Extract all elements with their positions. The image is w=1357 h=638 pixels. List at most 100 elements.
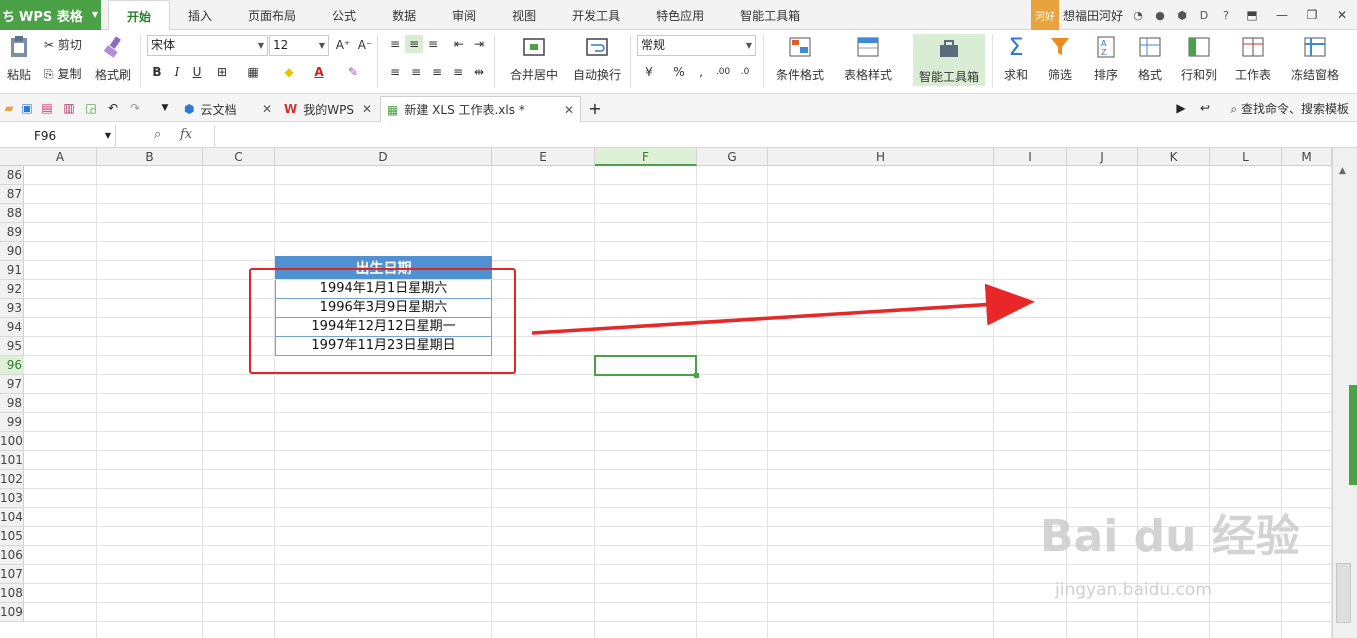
doc-tab-label: 我的WPS <box>303 102 354 117</box>
font-grow-icon[interactable]: A⁺ <box>334 36 352 54</box>
app-menu-button[interactable]: ち WPS 表格 ▼ <box>0 0 101 30</box>
close-icon[interactable]: ✕ <box>362 102 372 116</box>
new-tab-icon[interactable]: + <box>586 99 604 118</box>
tab-data[interactable]: 数据 <box>374 0 434 30</box>
clear-format-icon[interactable]: ✎ <box>344 63 362 81</box>
wrap-text-button[interactable]: 自动换行 <box>571 34 623 90</box>
tab-page-layout[interactable]: 页面布局 <box>230 0 314 30</box>
number-format-select[interactable]: 常规 ▼ <box>637 35 756 56</box>
close-icon[interactable]: ✕ <box>564 103 574 117</box>
paste-button[interactable]: 粘贴 <box>2 34 36 90</box>
formula-input[interactable] <box>214 125 1357 147</box>
indent-decrease-icon[interactable]: ⇤ <box>450 35 468 53</box>
open-folder-icon[interactable]: ▰ <box>0 99 18 117</box>
sum-button[interactable]: Σ 求和 <box>998 33 1034 90</box>
export-pdf-icon[interactable]: ▤ <box>38 99 56 117</box>
bold-button[interactable]: B <box>148 63 166 81</box>
chevron-down-icon: ▼ <box>104 131 111 140</box>
zoom-search-icon[interactable]: ⌕ <box>154 127 161 142</box>
wrap-text-icon <box>584 34 610 60</box>
cloud-sync-icon[interactable]: D <box>1193 0 1215 30</box>
user-name[interactable]: 想福田河好 <box>1059 7 1127 24</box>
spreadsheet-grid[interactable]: ABCDEFGHIJKLM 86 87 88 89 90 91 92 93 94 95 96 97 98… <box>0 148 1332 638</box>
merge-center-button[interactable]: 合并居中 <box>503 34 565 90</box>
percent-icon[interactable]: % <box>670 63 688 81</box>
wps-spreadsheet-window: ち WPS 表格 ▼ 开始 插入 页面布局 公式 数据 审阅 视图 开发工具 特… <box>0 0 1357 638</box>
close-button[interactable]: ✕ <box>1327 0 1357 30</box>
worksheet-button[interactable]: 工作表 <box>1229 34 1277 90</box>
print-icon[interactable]: ▥ <box>60 99 78 117</box>
scrollbar-thumb[interactable] <box>1336 563 1351 623</box>
tab-view[interactable]: 视图 <box>494 0 554 30</box>
indent-increase-icon[interactable]: ⇥ <box>470 35 488 53</box>
fx-icon[interactable]: fx <box>180 127 192 142</box>
close-icon[interactable]: ✕ <box>262 102 272 116</box>
align-middle-icon[interactable]: ≡ <box>405 35 423 53</box>
format-button[interactable]: 格式 <box>1130 34 1170 90</box>
currency-icon[interactable]: ¥ <box>640 63 658 81</box>
align-top-icon[interactable]: ≡ <box>386 35 404 53</box>
freeze-panes-label: 冻结窗格 <box>1290 68 1339 82</box>
settings-icon[interactable]: ⬢ <box>1171 0 1193 30</box>
align-right-icon[interactable]: ≡ <box>428 63 446 81</box>
skin-icon[interactable]: ◔ <box>1127 0 1149 30</box>
sort-button[interactable]: AZ 排序 <box>1086 34 1126 90</box>
format-painter-button[interactable]: 格式刷 <box>93 34 133 90</box>
customize-qa-icon[interactable]: ▼ <box>156 99 174 117</box>
tab-smart-toolbox[interactable]: 智能工具箱 <box>722 0 818 30</box>
undo-icon[interactable]: ↶ <box>104 99 122 117</box>
fill-color-icon[interactable]: ◆ <box>280 63 298 81</box>
redo-icon[interactable]: ↷ <box>126 99 144 117</box>
distribute-icon[interactable]: ⇹ <box>470 63 488 81</box>
thousands-icon[interactable]: , <box>692 63 710 81</box>
help-icon[interactable]: ? <box>1215 0 1237 30</box>
filter-button[interactable]: 筛选 <box>1040 34 1080 90</box>
divider <box>763 34 764 88</box>
save-icon[interactable]: ▣ <box>18 99 36 117</box>
align-left-icon[interactable]: ≡ <box>386 63 404 81</box>
print-preview-icon[interactable]: ◲ <box>82 99 100 117</box>
user-avatar[interactable]: 河好 <box>1030 0 1059 30</box>
command-search[interactable]: ⌕ 查找命令、搜索模板 <box>1230 100 1349 117</box>
font-name-value: 宋体 <box>151 38 176 52</box>
font-color-icon[interactable]: A <box>310 63 328 81</box>
tab-insert[interactable]: 插入 <box>170 0 230 30</box>
share-icon[interactable]: ● <box>1149 0 1171 30</box>
scroll-up-icon[interactable]: ▲ <box>1339 166 1346 176</box>
tab-review[interactable]: 审阅 <box>434 0 494 30</box>
underline-button[interactable]: U <box>188 63 206 81</box>
copy-button[interactable]: ⎘ 复制 <box>44 65 81 82</box>
play-icon[interactable]: ▶ <box>1172 99 1190 117</box>
font-size-select[interactable]: 12 ▼ <box>269 35 329 56</box>
decimal-decrease-icon[interactable]: .0 <box>736 63 754 81</box>
tab-formula[interactable]: 公式 <box>314 0 374 30</box>
row-col-button[interactable]: 行和列 <box>1175 34 1223 90</box>
decimal-increase-icon[interactable]: .00 <box>714 63 732 81</box>
tab-home[interactable]: 开始 <box>108 0 171 31</box>
doc-tab-active-sheet[interactable]: ▦ 新建 XLS 工作表.xls * ✕ <box>380 96 581 122</box>
align-center-icon[interactable]: ≡ <box>407 63 425 81</box>
conditional-format-button[interactable]: 条件格式 <box>770 34 830 90</box>
name-box[interactable]: F96 ▼ <box>0 125 116 147</box>
freeze-panes-button[interactable]: 冻结窗格 <box>1285 34 1345 90</box>
italic-button[interactable]: I <box>168 63 186 81</box>
cut-button[interactable]: ✂ 剪切 <box>44 36 82 53</box>
collapse-ribbon-icon[interactable]: ⬒ <box>1237 0 1267 30</box>
fill-pattern-icon[interactable]: ▦ <box>244 63 262 81</box>
table-style-button[interactable]: 表格样式 <box>838 34 898 90</box>
border-icon[interactable]: ⊞ <box>213 63 231 81</box>
doc-tab-cloud[interactable]: ⬢ 云文档 ✕ <box>178 96 278 122</box>
restore-button[interactable]: ❐ <box>1297 0 1327 30</box>
back-icon[interactable]: ↩ <box>1196 99 1214 117</box>
ribbon-home: 粘贴 ✂ 剪切 ⎘ 复制 格式刷 宋体 ▼ 12 ▼ A⁺ A⁻ B I U ⊞ ▦… <box>0 30 1357 94</box>
doc-tab-mywps[interactable]: W 我的WPS ✕ <box>278 96 378 122</box>
font-name-select[interactable]: 宋体 ▼ <box>147 35 268 56</box>
minimize-button[interactable]: — <box>1267 0 1297 30</box>
font-shrink-icon[interactable]: A⁻ <box>356 36 374 54</box>
smart-toolbox-button[interactable]: 智能工具箱 <box>913 34 985 86</box>
tab-special-apps[interactable]: 特色应用 <box>638 0 722 30</box>
side-panel-toggle[interactable] <box>1349 385 1357 485</box>
tab-developer[interactable]: 开发工具 <box>554 0 638 30</box>
justify-icon[interactable]: ≡ <box>449 63 467 81</box>
align-bottom-icon[interactable]: ≡ <box>424 35 442 53</box>
